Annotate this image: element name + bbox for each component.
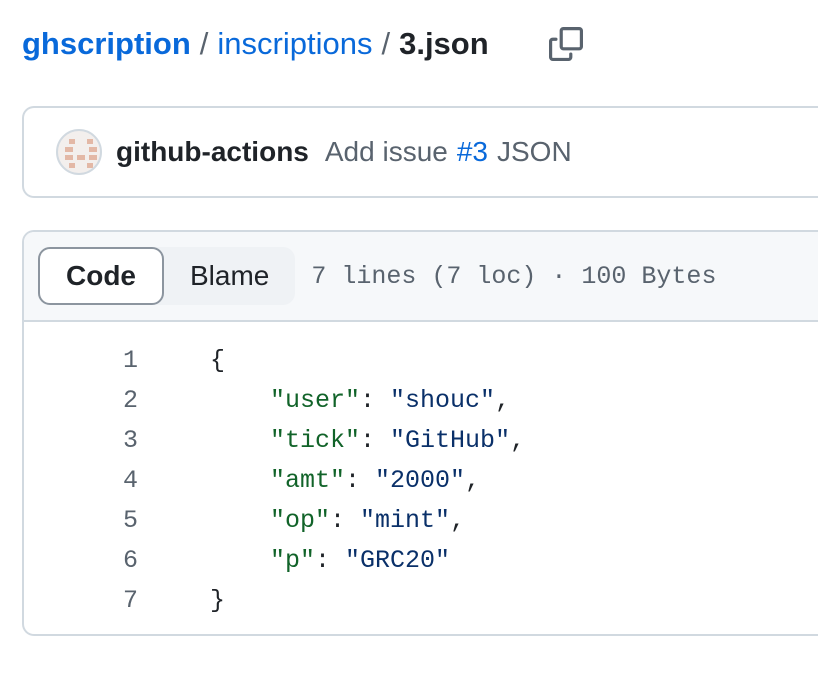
json-key: "amt": [270, 465, 346, 495]
code-line: 1 {: [24, 340, 818, 380]
line-content: "p": "GRC20": [270, 545, 451, 575]
commit-message[interactable]: Add issue: [325, 136, 448, 168]
json-value: "GitHub": [390, 425, 511, 455]
json-key: "tick": [270, 425, 361, 455]
breadcrumb-repo-link[interactable]: ghscription: [22, 22, 191, 66]
file-viewer: Code Blame 7 lines (7 loc) · 100 Bytes 1…: [22, 230, 818, 636]
file-header: Code Blame 7 lines (7 loc) · 100 Bytes: [24, 232, 818, 322]
line-content: "op": "mint",: [270, 505, 466, 535]
code-line: 5 "op": "mint",: [24, 500, 818, 540]
line-content: "amt": "2000",: [270, 465, 481, 495]
json-value: "GRC20": [345, 545, 451, 575]
json-comma: ,: [510, 425, 526, 455]
code-line: 6 "p": "GRC20": [24, 540, 818, 580]
file-info: 7 lines (7 loc) · 100 Bytes: [311, 261, 717, 291]
line-content: "user": "shouc",: [270, 385, 511, 415]
view-mode-toggle: Code Blame: [38, 247, 296, 305]
code-view: 1 { 2 "user": "shouc", 3 "tick": "GitHub…: [24, 322, 818, 620]
commit-author-link[interactable]: github-actions: [116, 136, 309, 168]
line-number[interactable]: 6: [24, 546, 138, 575]
breadcrumb-current-file: 3.json: [399, 26, 489, 61]
json-value: "shouc": [390, 385, 496, 415]
code-line: 7 }: [24, 580, 818, 620]
avatar[interactable]: [56, 129, 102, 175]
latest-commit-box: github-actions Add issue #3 JSON: [22, 106, 818, 198]
copy-icon: [549, 27, 583, 61]
line-content: {: [210, 345, 226, 375]
json-key: "p": [270, 545, 316, 575]
line-number[interactable]: 4: [24, 466, 138, 495]
breadcrumb-separator: /: [199, 26, 209, 61]
line-number[interactable]: 5: [24, 506, 138, 535]
tab-blame[interactable]: Blame: [164, 247, 295, 305]
line-number[interactable]: 3: [24, 426, 138, 455]
json-key: "user": [270, 385, 361, 415]
json-comma: ,: [450, 505, 466, 535]
line-content: }: [210, 585, 226, 615]
json-value: "mint": [360, 505, 451, 535]
json-comma: ,: [465, 465, 481, 495]
commit-message-suffix[interactable]: JSON: [497, 136, 572, 168]
github-actions-avatar-icon: [65, 139, 97, 168]
line-content: "tick": "GitHub",: [270, 425, 526, 455]
copy-path-button[interactable]: [546, 24, 586, 64]
line-number[interactable]: 1: [24, 346, 138, 375]
line-number[interactable]: 2: [24, 386, 138, 415]
json-value: "2000": [375, 465, 466, 495]
breadcrumb: ghscription / inscriptions / 3.json: [22, 22, 489, 66]
json-comma: ,: [495, 385, 511, 415]
code-line: 3 "tick": "GitHub",: [24, 420, 818, 460]
json-key: "op": [270, 505, 331, 535]
line-number[interactable]: 7: [24, 586, 138, 615]
tab-code[interactable]: Code: [38, 247, 164, 305]
commit-issue-link[interactable]: #3: [457, 136, 488, 168]
code-line: 2 "user": "shouc",: [24, 380, 818, 420]
breadcrumb-folder-link[interactable]: inscriptions: [217, 22, 372, 66]
breadcrumb-separator: /: [381, 26, 391, 61]
code-line: 4 "amt": "2000",: [24, 460, 818, 500]
